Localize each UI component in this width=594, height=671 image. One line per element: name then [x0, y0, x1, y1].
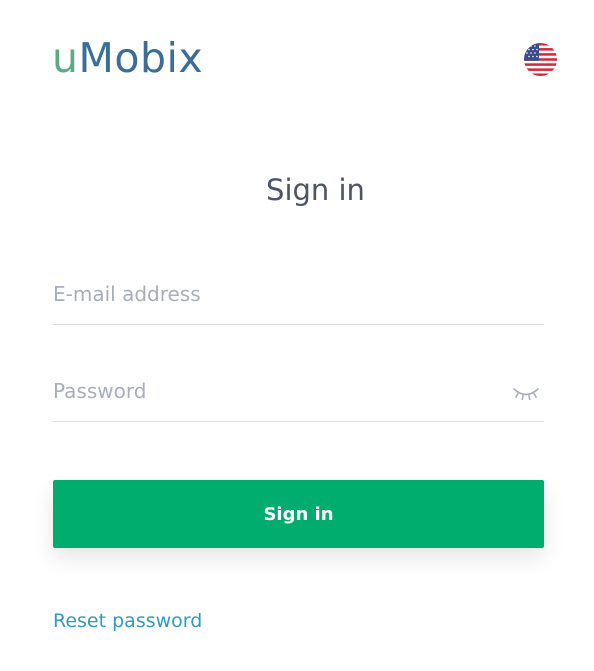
us-flag-icon[interactable]: [524, 43, 557, 76]
reset-password-link[interactable]: Reset password: [53, 606, 202, 636]
sign-in-button[interactable]: Sign in: [53, 480, 544, 548]
page-title: Sign in: [266, 173, 365, 207]
eye-closed-icon[interactable]: [512, 383, 540, 403]
password-field[interactable]: [53, 371, 493, 411]
umobix-logo[interactable]: uMobix: [52, 33, 203, 83]
email-field-wrapper: [53, 264, 544, 325]
logo-mobix: Mobix: [78, 34, 204, 82]
password-field-wrapper: [53, 361, 544, 422]
header: uMobix: [0, 0, 594, 110]
logo-u: u: [52, 34, 79, 82]
email-field[interactable]: [53, 274, 493, 314]
